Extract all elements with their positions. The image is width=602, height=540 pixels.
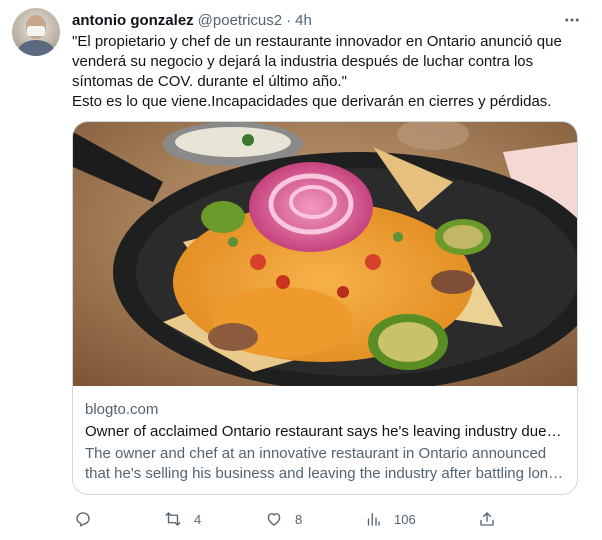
like-button[interactable]: 8 [265,506,302,532]
card-description: The owner and chef at an innovative rest… [85,444,565,484]
card-description-line: that he's selling his business and leavi… [85,465,565,482]
tweet-text: "El propietario y chef de un restaurante… [72,32,582,112]
card-image[interactable] [73,122,577,386]
more-options-button[interactable] [560,8,584,32]
more-horizontal-icon [565,18,579,22]
reply-button[interactable] [74,506,104,532]
heart-icon [267,513,281,526]
reply-icon [76,512,90,527]
author-name[interactable]: antonio gonzalez [72,12,194,29]
author-handle[interactable]: @poetricus2 [198,12,282,29]
analytics-icon [367,513,380,526]
tweet-text-line: Esto es lo que viene.Incapacidades que d… [72,93,552,110]
tweet-header: antonio gonzalez @poetricus2 · 4h [72,10,312,30]
retweet-button[interactable]: 4 [164,506,201,532]
share-icon [480,512,494,526]
timestamp[interactable]: 4h [295,12,312,29]
tweet-actions: 4 8 106 [72,506,502,532]
views-count: 106 [394,511,416,527]
tweet-text-line: síntomas de COV. durante el último año." [72,73,347,90]
link-card[interactable]: blogto.com Owner of acclaimed Ontario re… [72,121,578,495]
tweet[interactable]: antonio gonzalez @poetricus2 · 4h "El pr… [0,0,602,540]
like-count: 8 [295,511,303,527]
card-title: Owner of acclaimed Ontario restaurant sa… [85,423,565,440]
share-button[interactable] [478,506,496,532]
card-domain: blogto.com [85,401,159,418]
retweet-icon [165,512,181,526]
retweet-count: 4 [194,511,202,527]
tweet-text-line: "El propietario y chef de un restaurante… [72,33,562,50]
avatar[interactable] [12,8,60,56]
separator-dot: · [286,11,292,29]
tweet-text-line: venderá su negocio y dejará la industria… [72,53,534,70]
views-button[interactable]: 106 [364,506,416,532]
card-description-line: The owner and chef at an innovative rest… [85,445,547,462]
card-text[interactable]: blogto.com Owner of acclaimed Ontario re… [85,400,565,484]
